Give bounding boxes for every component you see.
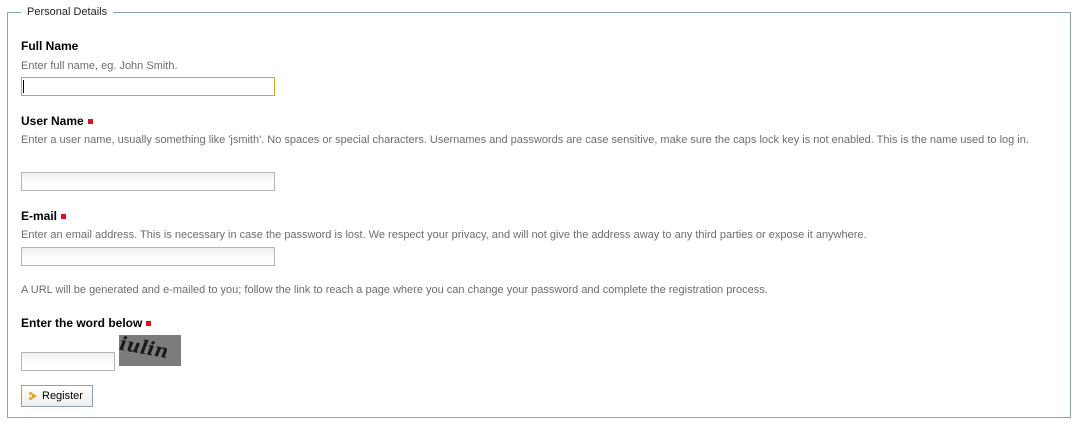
user-name-help: Enter a user name, usually something lik…: [21, 134, 1029, 146]
user-name-label-text: User Name: [21, 114, 84, 128]
register-button-label: Register: [42, 390, 83, 402]
password-note: A URL will be generated and e-mailed to …: [21, 284, 768, 296]
required-icon: [87, 119, 93, 124]
user-name-input[interactable]: [21, 172, 275, 191]
full-name-label: Full Name: [21, 38, 78, 54]
captcha-word-graphic: iulin: [119, 335, 170, 363]
email-help: Enter an email address. This is necessar…: [21, 229, 867, 241]
text-cursor: [23, 80, 24, 93]
register-button[interactable]: Register: [21, 385, 93, 407]
captcha-image: iulin: [119, 335, 181, 366]
captcha-input[interactable]: [21, 352, 115, 371]
full-name-label-text: Full Name: [21, 39, 79, 53]
user-name-label: User Name: [21, 113, 93, 129]
full-name-help: Enter full name, eg. John Smith.: [21, 60, 178, 72]
captcha-word: iulin: [119, 335, 170, 363]
personal-details-fieldset: Personal Details Full Name Enter full na…: [7, 5, 1071, 418]
required-icon: [61, 214, 67, 219]
full-name-input[interactable]: [21, 77, 275, 96]
fieldset-legend: Personal Details: [21, 5, 114, 19]
arrow-right-icon: [29, 391, 38, 401]
email-label: E-mail: [21, 208, 67, 224]
captcha-label-text: Enter the word below: [21, 316, 143, 330]
email-input[interactable]: [21, 247, 275, 266]
captcha-label: Enter the word below: [21, 315, 152, 331]
required-icon: [146, 321, 152, 326]
email-label-text: E-mail: [21, 209, 58, 223]
